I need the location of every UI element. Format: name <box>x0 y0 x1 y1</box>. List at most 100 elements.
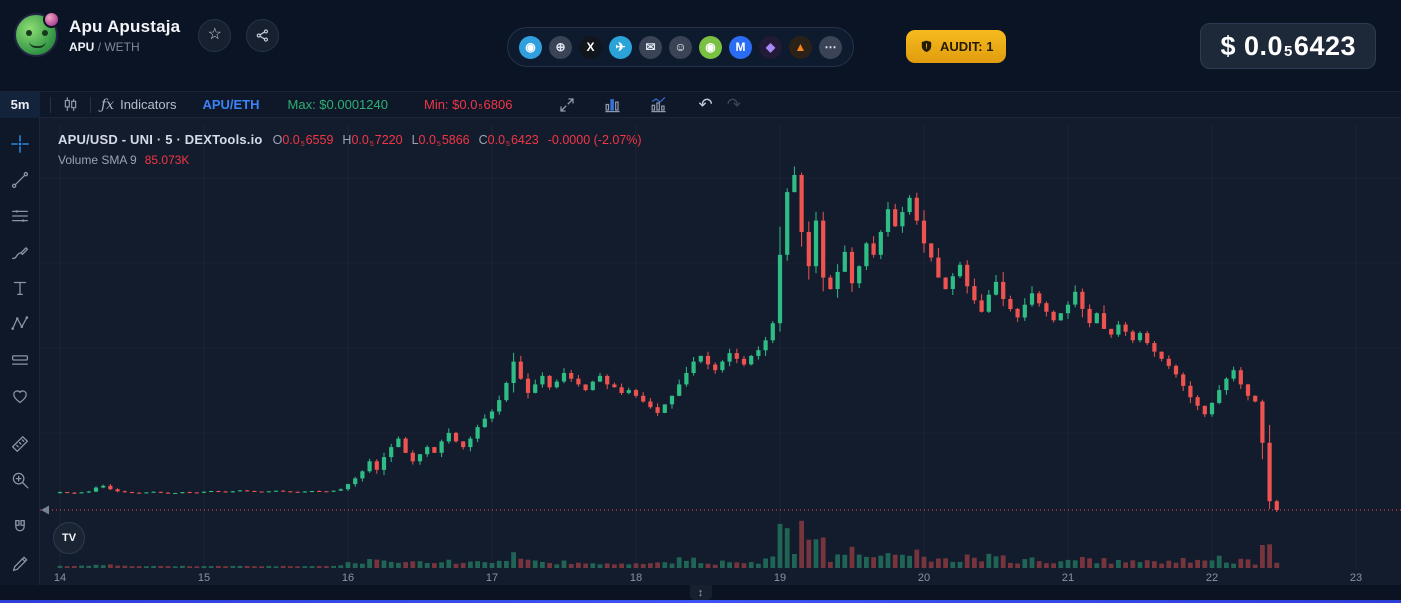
favorite-button[interactable]: ☆ <box>198 19 231 52</box>
drawing-toolbar <box>0 118 40 585</box>
xabcd-pattern-tool[interactable] <box>5 310 35 339</box>
measure-tool[interactable] <box>5 429 35 458</box>
token-pair: APU / WETH <box>69 40 180 54</box>
svg-text:22: 22 <box>1206 572 1218 584</box>
crosshair-tool[interactable] <box>5 130 35 159</box>
ohlc-open-value: 0.056559 <box>282 133 333 147</box>
community-icon[interactable]: ◉ <box>519 36 542 59</box>
star-icon: ☆ <box>208 27 222 43</box>
fullscreen-button[interactable] <box>558 96 576 114</box>
pair-quote: / WETH <box>98 40 140 54</box>
indicators-button[interactable]: ƒx Indicators <box>101 97 176 113</box>
undo-button[interactable]: ↶ <box>698 95 712 115</box>
token-price: $ 0.056423 <box>1200 23 1376 69</box>
long-position-tool-icon <box>9 349 31 371</box>
token-logo <box>14 13 58 57</box>
svg-text:17: 17 <box>486 572 498 584</box>
svg-text:20: 20 <box>918 572 930 584</box>
logo-eye <box>42 30 48 36</box>
zoom-in-tool[interactable] <box>5 465 35 494</box>
bottom-scroll-area: ↕ <box>0 585 1401 603</box>
chart-legend: APU/USD - UNI · 5 · DEXTools.io O0.05655… <box>58 132 642 167</box>
timeframe-button[interactable]: 5m <box>0 92 40 118</box>
telegram-icon[interactable]: ✈ <box>609 36 632 59</box>
crosshair-tool-icon <box>9 133 31 155</box>
website-icon[interactable]: ⊕ <box>549 36 572 59</box>
fx-icon: ƒx <box>101 97 114 113</box>
pair-link[interactable]: APU/ETH <box>202 97 259 112</box>
redo-button[interactable]: ↷ <box>727 95 741 115</box>
trend-line-tool[interactable] <box>5 166 35 195</box>
svg-text:23: 23 <box>1350 572 1362 584</box>
bar-chart-icon <box>603 95 622 114</box>
volume-indicator-value: 85.073K <box>145 153 190 167</box>
token-name: Apu Apustaja <box>69 17 180 37</box>
metamask-icon[interactable]: ▲ <box>789 36 812 59</box>
draw-tool[interactable] <box>5 549 35 578</box>
token-logo-badge-icon <box>43 11 60 28</box>
ohlc-low-letter: L <box>412 133 419 147</box>
coinmarketcap-icon[interactable]: M <box>729 36 752 59</box>
depth-chart-button[interactable] <box>649 95 668 114</box>
shield-warning-icon: ! <box>919 39 934 54</box>
share-button[interactable] <box>246 19 279 52</box>
ohlc-close-value: 0.056423 <box>488 133 539 147</box>
social-links: ◉ ⊕ X ✈ ✉ ☺ ◉ M ◆ ▲ ⋯ <box>507 27 854 67</box>
zoom-in-tool-icon <box>9 469 31 491</box>
token-block: Apu Apustaja APU / WETH ☆ <box>14 13 279 57</box>
token-symbol: APU <box>69 40 94 54</box>
chart-area: 14151617181920212223 APU/USD - UNI · 5 ·… <box>40 118 1401 585</box>
token-text: Apu Apustaja APU / WETH <box>69 17 180 54</box>
ohlc-change: -0.0000 (-2.07%) <box>548 133 642 147</box>
emoji-tool[interactable] <box>5 381 35 410</box>
audit-badge[interactable]: ! AUDIT: 1 <box>906 30 1006 63</box>
resize-arrows-icon: ↕ <box>698 587 704 599</box>
ohlc-open-letter: O <box>273 133 283 147</box>
brush-tool[interactable] <box>5 238 35 267</box>
email-icon[interactable]: ✉ <box>639 36 662 59</box>
svg-text:!: ! <box>925 44 927 51</box>
svg-text:18: 18 <box>630 572 642 584</box>
volume-chart-button[interactable] <box>603 95 622 114</box>
parallel-channel-tool-icon <box>9 205 31 227</box>
pane-resize-handle[interactable]: ↕ <box>690 585 712 600</box>
xabcd-pattern-tool-icon <box>9 313 31 335</box>
parallel-channel-tool[interactable] <box>5 202 35 231</box>
ohlc-low-value: 0.055866 <box>419 133 470 147</box>
magnet-tool[interactable] <box>5 513 35 542</box>
ohlc-high-value: 0.057220 <box>351 133 402 147</box>
divider <box>90 97 91 113</box>
audit-label: AUDIT: 1 <box>940 39 993 54</box>
chart-title[interactable]: APU/USD - UNI · 5 · DEXTools.io <box>58 132 263 147</box>
opensea-icon[interactable]: ◆ <box>759 36 782 59</box>
more-links-icon[interactable]: ⋯ <box>819 36 842 59</box>
chart-type-button[interactable] <box>61 95 80 114</box>
divider <box>50 97 51 113</box>
svg-text:19: 19 <box>774 572 786 584</box>
volume-indicator-label[interactable]: Volume SMA 9 <box>58 153 137 167</box>
candlestick-chart[interactable]: 14151617181920212223 <box>40 118 1401 585</box>
reddit-icon[interactable]: ☺ <box>669 36 692 59</box>
min-digits: 6806 <box>484 97 513 112</box>
price-digits: 6423 <box>1294 31 1356 62</box>
min-sub: 5 <box>477 102 483 111</box>
draw-tool-icon <box>9 553 31 575</box>
min-price-label: Min: $0.056806 <box>424 97 512 112</box>
token-actions: ☆ <box>198 19 279 52</box>
chart-toolbar: 5m ƒx Indicators APU/ETH Max: $0.0001240… <box>0 92 1401 118</box>
price-prefix: $ 0.0 <box>1220 31 1283 62</box>
tradingview-logo[interactable]: TV <box>53 522 85 554</box>
tradingview-logo-text: TV <box>62 532 76 544</box>
long-position-tool[interactable] <box>5 346 35 375</box>
svg-text:15: 15 <box>198 572 210 584</box>
text-tool[interactable] <box>5 274 35 303</box>
emoji-tool-icon <box>9 385 31 407</box>
logo-eye <box>26 30 32 36</box>
coingecko-icon[interactable]: ◉ <box>699 36 722 59</box>
logo-mouth <box>29 41 46 48</box>
share-icon <box>255 28 270 43</box>
min-prefix: Min: $0.0 <box>424 97 477 112</box>
line-chart-icon <box>649 95 668 114</box>
magnet-tool-icon <box>9 517 31 539</box>
x-icon[interactable]: X <box>579 36 602 59</box>
